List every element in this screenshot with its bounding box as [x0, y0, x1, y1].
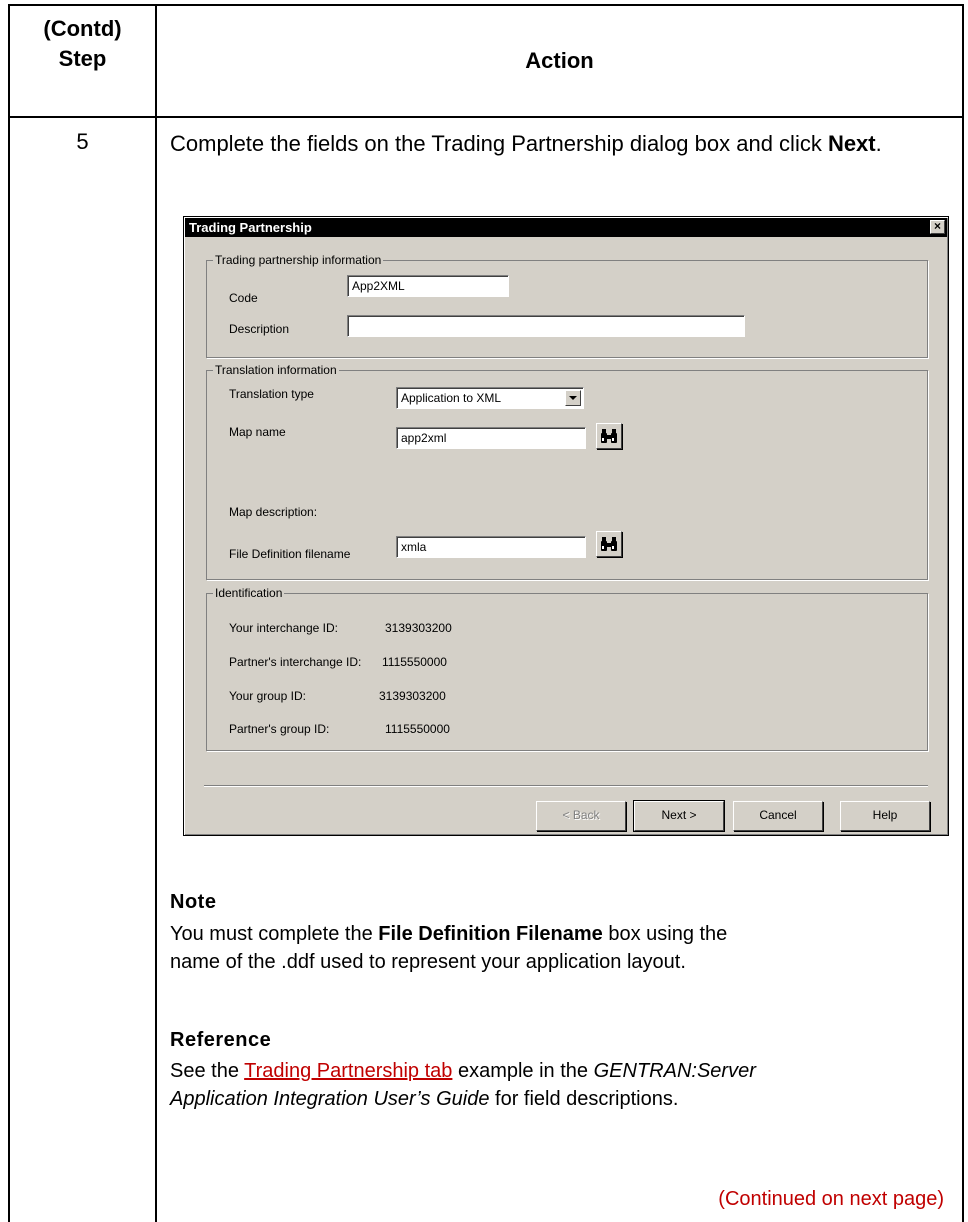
file-definition-label: File Definition filename [229, 547, 351, 561]
trading-partnership-dialog: Trading Partnership × Trading partnershi… [183, 216, 949, 836]
header-step: (Contd) Step [10, 14, 155, 74]
your-group-value: 3139303200 [379, 689, 446, 703]
translation-type-label: Translation type [229, 387, 314, 401]
note-text-bold: File Definition Filename [378, 923, 603, 945]
trading-partnership-tab-link[interactable]: Trading Partnership tab [244, 1060, 452, 1082]
header-action: Action [525, 48, 594, 73]
your-group-label: Your group ID: [229, 689, 306, 703]
reference-heading: Reference [170, 1029, 272, 1051]
binoculars-icon [601, 537, 617, 551]
continued-link[interactable]: (Continued on next page) [718, 1188, 944, 1211]
note-text-pre: You must complete the [170, 923, 379, 945]
back-button[interactable]: < Back [536, 801, 626, 831]
map-name-field[interactable]: app2xml [396, 427, 586, 449]
instruction-period: . [875, 131, 882, 156]
partner-interchange-label: Partner's interchange ID: [229, 655, 362, 669]
reference-text-post: for field descriptions. [489, 1088, 679, 1110]
dialog-titlebar: Trading Partnership × [185, 218, 947, 237]
help-button[interactable]: Help [840, 801, 930, 831]
column-divider [155, 4, 157, 1222]
translation-type-value: Application to XML [401, 391, 502, 405]
your-interchange-label: Your interchange ID: [229, 621, 338, 635]
partner-group-value: 1115550000 [385, 722, 450, 736]
code-field[interactable]: App2XML [347, 275, 509, 297]
identification-group: Identification Your interchange ID: 3139… [206, 586, 928, 751]
dialog-separator [204, 785, 928, 787]
reference-text-mid: example in the [452, 1060, 594, 1082]
close-icon[interactable]: × [930, 220, 945, 234]
chevron-down-icon[interactable] [565, 390, 581, 406]
your-interchange-value: 3139303200 [385, 621, 452, 635]
binoculars-icon [601, 429, 617, 443]
partner-interchange-value: 1115550000 [382, 655, 447, 669]
note-heading: Note [170, 891, 217, 913]
dialog-title: Trading Partnership [189, 220, 312, 235]
partner-group-label: Partner's group ID: [229, 722, 330, 736]
note-text: You must complete the File Definition Fi… [170, 920, 770, 976]
description-field[interactable] [347, 315, 745, 337]
code-label: Code [229, 291, 258, 305]
map-name-browse-button[interactable] [596, 423, 622, 449]
translation-info-group: Translation information Translation type… [206, 363, 928, 580]
tp-info-group: Trading partnership information Code App… [206, 253, 928, 358]
header-step-line1: (Contd) [43, 16, 122, 41]
file-definition-browse-button[interactable] [596, 531, 622, 557]
identification-group-title: Identification [213, 586, 285, 600]
next-button[interactable]: Next > [633, 800, 725, 832]
reference-text: See the Trading Partnership tab example … [170, 1057, 810, 1113]
instruction-next-bold: Next [827, 131, 876, 156]
cancel-button[interactable]: Cancel [733, 801, 823, 831]
description-label: Description [229, 322, 290, 336]
map-name-label: Map name [229, 425, 286, 439]
tp-info-group-title: Trading partnership information [213, 253, 384, 267]
instruction-text: Complete the fields on the Trading Partn… [170, 131, 828, 156]
map-description-label: Map description: [229, 505, 318, 519]
header-step-line2: Step [58, 46, 107, 71]
translation-group-title: Translation information [213, 363, 339, 377]
header-divider [8, 116, 964, 118]
file-definition-field[interactable]: xmla [396, 536, 586, 558]
translation-type-select[interactable]: Application to XML [396, 387, 584, 409]
step-number: 5 [76, 129, 89, 154]
reference-text-pre: See the [170, 1060, 245, 1082]
step-instruction: Complete the fields on the Trading Partn… [170, 129, 960, 159]
